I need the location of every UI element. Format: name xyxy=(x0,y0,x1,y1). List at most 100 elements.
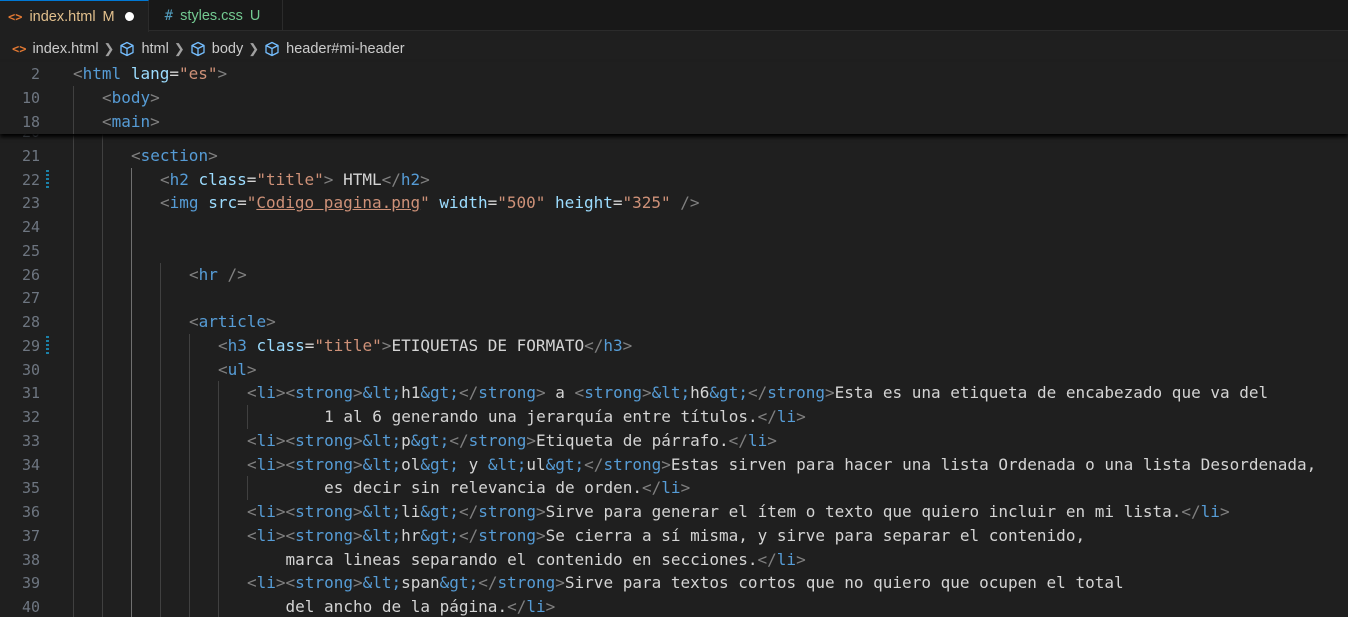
line-number[interactable]: 34 xyxy=(0,453,40,477)
indent-guide xyxy=(73,215,74,239)
code-line[interactable]: 36 <li><strong>&lt;li&gt;</strong>Sirve p… xyxy=(0,500,1348,524)
code-token: </ xyxy=(747,383,768,403)
modified-line-marker[interactable] xyxy=(46,335,49,356)
indent-guide xyxy=(73,191,74,216)
code-line[interactable]: 2 <html lang="es"> xyxy=(0,62,1348,86)
code-line[interactable]: 31 <li><strong>&lt;h1&gt;</strong> a <str… xyxy=(0,381,1348,406)
line-number[interactable]: 23 xyxy=(0,191,40,215)
indent-guide xyxy=(73,452,74,477)
line-number[interactable]: 22 xyxy=(0,168,40,192)
sticky-scroll-header[interactable]: 2 <html lang="es"> 10 <body> 18 <main> xyxy=(0,62,1348,134)
breadcrumb-item-header[interactable]: header#mi-header xyxy=(264,41,405,57)
code-line[interactable]: 33 <li><strong>&lt;p&gt;</strong>Etiqueta… xyxy=(0,428,1348,453)
code-token: </ xyxy=(757,549,777,569)
code-token: > xyxy=(420,169,430,189)
indent-guide xyxy=(131,191,132,216)
indent-guide xyxy=(160,523,161,548)
line-number[interactable]: 35 xyxy=(0,476,40,500)
line-number[interactable]: 38 xyxy=(0,548,40,572)
cube-icon xyxy=(119,41,135,57)
breadcrumb-label: index.html xyxy=(32,41,99,57)
code-line[interactable]: 10 <body> xyxy=(0,86,1348,110)
code-line[interactable]: 30 <ul> xyxy=(0,357,1348,382)
code-token: > xyxy=(352,573,363,593)
code-token: < xyxy=(189,264,199,284)
line-number[interactable]: 18 xyxy=(0,110,40,134)
unsaved-dot-icon[interactable] xyxy=(124,12,134,21)
code-token: li xyxy=(256,502,276,521)
indent-guide xyxy=(131,310,132,334)
line-number[interactable]: 2 xyxy=(0,62,40,86)
line-number[interactable]: 36 xyxy=(0,500,40,524)
indent-guide xyxy=(160,286,161,311)
line-number[interactable]: 25 xyxy=(0,239,40,263)
code-token: strong xyxy=(478,525,536,545)
git-status-badge: U xyxy=(249,7,261,24)
indent-guide xyxy=(102,286,103,311)
line-number[interactable]: 21 xyxy=(0,144,40,168)
line-number[interactable]: 32 xyxy=(0,405,40,429)
code-line[interactable]: 40 del ancho de la página.</li> xyxy=(0,595,1348,617)
code-token: Sirve para textos cortos que no quiero q… xyxy=(564,573,1124,593)
code-line[interactable]: 25 xyxy=(0,238,1348,263)
indent-guide xyxy=(131,167,132,192)
indent-guide xyxy=(131,333,132,358)
line-number[interactable]: 27 xyxy=(0,286,40,310)
line-number[interactable]: 24 xyxy=(0,215,40,239)
indent-guide xyxy=(160,333,161,358)
code-editor[interactable]: 2<html lang="es">10<body>18<main> 2021<s… xyxy=(0,62,1348,617)
code-text: <li><strong>&lt;span&gt;</strong>Sirve p… xyxy=(247,571,1124,595)
code-line[interactable]: 22 <h2 class="title"> HTML</h2> xyxy=(0,167,1348,192)
tab-index-html[interactable]: <> index.html M xyxy=(0,0,149,32)
code-token: article xyxy=(198,312,267,331)
code-token: "title" xyxy=(314,335,382,355)
modified-line-marker[interactable] xyxy=(46,169,49,190)
code-line[interactable]: 37 <li><strong>&lt;hr&gt;</strong>Se cier… xyxy=(0,523,1348,548)
line-number[interactable]: 37 xyxy=(0,524,40,548)
indent-guide xyxy=(131,238,132,263)
code-line[interactable]: 34 <li><strong>&lt;ol&gt; y &lt;ul&gt;</s… xyxy=(0,452,1348,477)
breadcrumb-item-html[interactable]: html xyxy=(119,41,169,57)
line-number[interactable]: 29 xyxy=(0,334,40,358)
code-token: src xyxy=(208,193,238,213)
line-number[interactable]: 33 xyxy=(0,429,40,453)
indent-guide xyxy=(73,428,74,453)
code-line[interactable]: 29 <h3 class="title">ETIQUETAS DE FORMATO… xyxy=(0,333,1348,358)
code-line[interactable]: 35 es decir sin relevancia de orden.</li> xyxy=(0,476,1348,501)
code-token: height xyxy=(555,193,613,213)
code-token[interactable]: Codigo pagina.png xyxy=(256,193,420,212)
code-line[interactable]: 28 <article> xyxy=(0,310,1348,334)
code-line[interactable]: 23 <img src="Codigo pagina.png" width="50… xyxy=(0,191,1348,216)
line-number[interactable]: 31 xyxy=(0,381,40,405)
code-line[interactable]: 38 marca lineas separando el contenido en… xyxy=(0,547,1348,572)
code-text: <li><strong>&lt;li&gt;</strong>Sirve par… xyxy=(247,500,1230,524)
line-number[interactable]: 28 xyxy=(0,310,40,334)
line-number[interactable]: 40 xyxy=(0,595,40,617)
line-number[interactable]: 10 xyxy=(0,86,40,110)
code-text: <section> xyxy=(131,144,218,168)
line-number[interactable]: 30 xyxy=(0,358,40,382)
tab-styles-css[interactable]: # styles.css U xyxy=(149,0,284,31)
line-number[interactable]: 26 xyxy=(0,263,40,287)
indent-guide xyxy=(218,500,219,524)
breadcrumb-item-file[interactable]: <> index.html xyxy=(12,41,99,57)
code-line[interactable]: 26 <hr /> xyxy=(0,262,1348,287)
code-line[interactable]: 27 xyxy=(0,286,1348,311)
code-line[interactable]: 18 <main> xyxy=(0,110,1348,134)
indent-guide xyxy=(73,523,74,548)
code-text: <main> xyxy=(102,110,160,134)
code-line[interactable]: 21 <section> xyxy=(0,143,1348,168)
code-token: </ xyxy=(642,478,662,498)
indent-guide xyxy=(73,333,74,358)
line-number[interactable]: 39 xyxy=(0,571,40,595)
code-line[interactable]: 32 1 al 6 generando una jerarquía entre t… xyxy=(0,405,1348,429)
indent-guide xyxy=(102,262,103,287)
indent-guide xyxy=(102,143,103,168)
breadcrumb-item-body[interactable]: body xyxy=(190,41,243,57)
breadcrumb-label: header#mi-header xyxy=(286,41,405,57)
code-line[interactable]: 39 <li><strong>&lt;span&gt;</strong>Sirve… xyxy=(0,571,1348,596)
code-line[interactable]: 24 xyxy=(0,215,1348,239)
